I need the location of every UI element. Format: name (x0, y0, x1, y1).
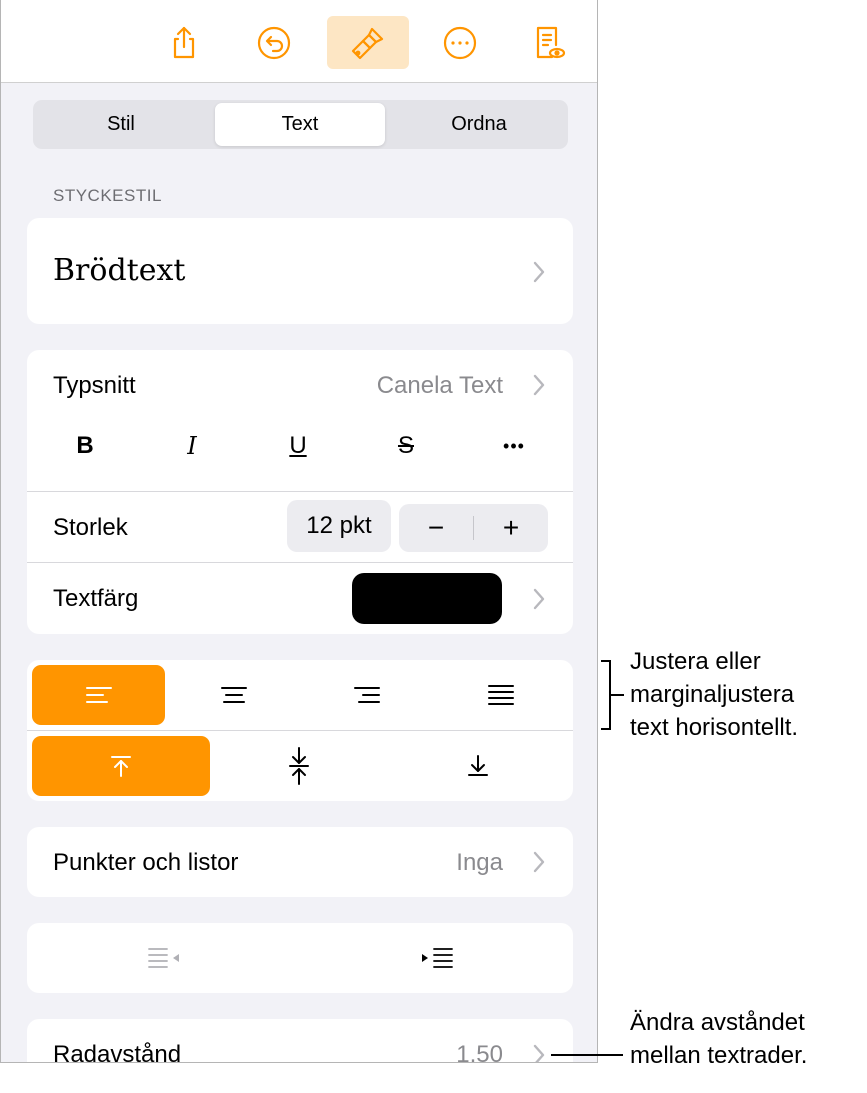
font-label: Typsnitt (53, 372, 136, 399)
chevron-right-icon (533, 1044, 545, 1062)
justify-button[interactable] (434, 665, 567, 725)
share-icon (173, 26, 195, 58)
line-spacing-leader (551, 1054, 623, 1056)
chevron-right-icon (533, 851, 545, 873)
paragraph-style-value: Brödtext (53, 253, 186, 288)
justify-icon (487, 685, 514, 705)
font-row[interactable]: Typsnitt Canela Text (27, 350, 573, 420)
indent-icon (421, 948, 453, 968)
divider (27, 730, 573, 731)
increase-indent-button[interactable] (300, 923, 573, 993)
undo-button[interactable] (233, 16, 315, 69)
format-button[interactable] (327, 16, 409, 69)
align-left-button[interactable] (32, 665, 165, 725)
align-right-button[interactable] (300, 665, 433, 725)
size-stepper: − + (399, 504, 548, 552)
line-spacing-value: 1,50 (456, 1041, 503, 1063)
more-text-options-button[interactable]: ••• (494, 426, 534, 466)
decrease-size-button[interactable]: − (399, 504, 473, 552)
size-value[interactable]: 12 pkt (287, 500, 391, 552)
chevron-right-icon (533, 588, 545, 610)
paragraph-style-header: STYCKESTIL (53, 186, 162, 205)
font-value: Canela Text (376, 372, 503, 399)
size-label: Storlek (53, 514, 128, 541)
align-middle-icon (289, 747, 309, 785)
tab-selector: Stil Text Ordna (33, 100, 568, 149)
outdent-icon (147, 948, 179, 968)
toolbar (1, 0, 597, 83)
reader-view-icon (536, 26, 566, 58)
reader-view-button[interactable] (507, 16, 589, 69)
indent-card (27, 923, 573, 993)
text-color-swatch[interactable] (352, 573, 502, 624)
tab-stil[interactable]: Stil (36, 103, 206, 146)
strikethrough-button[interactable]: S (386, 426, 426, 466)
bullets-row[interactable]: Punkter och listor Inga (27, 827, 573, 897)
vertical-align-top-button[interactable] (32, 736, 210, 796)
bullets-label: Punkter och listor (53, 849, 239, 876)
italic-button[interactable]: I (172, 426, 212, 466)
align-left-icon (85, 687, 112, 703)
bullets-value: Inga (456, 849, 503, 876)
line-spacing-label: Radavstånd (53, 1041, 182, 1063)
font-card: Typsnitt Canela Text B I U S ••• Storlek… (27, 350, 573, 634)
tab-ordna[interactable]: Ordna (394, 103, 564, 146)
underline-button[interactable]: U (278, 426, 318, 466)
undo-icon (257, 26, 291, 59)
line-spacing-annotation: Ändra avståndet mellan textrader. (630, 1009, 808, 1069)
paragraph-style-row[interactable]: Brödtext (27, 218, 573, 324)
align-top-icon (111, 756, 131, 777)
share-button[interactable] (143, 16, 225, 69)
bold-button[interactable]: B (65, 426, 105, 466)
chevron-right-icon (533, 374, 545, 396)
tab-text[interactable]: Text (215, 103, 385, 146)
text-color-row[interactable]: Textfärg (27, 563, 573, 634)
vertical-align-bottom-button[interactable] (388, 736, 568, 796)
alignment-card (27, 660, 573, 801)
align-center-icon (220, 687, 247, 703)
align-bottom-icon (468, 755, 488, 776)
alignment-annotation: Justera eller marginaljustera text horis… (630, 648, 799, 741)
align-center-button[interactable] (167, 665, 300, 725)
vertical-align-middle-button[interactable] (210, 736, 388, 796)
increase-size-button[interactable]: + (474, 504, 548, 552)
line-spacing-row[interactable]: Radavstånd 1,50 (27, 1019, 573, 1063)
text-color-label: Textfärg (53, 585, 139, 612)
format-brush-icon (351, 27, 384, 59)
more-button[interactable] (419, 16, 501, 69)
size-row: Storlek 12 pkt − + (27, 492, 573, 562)
format-panel: Stil Text Ordna STYCKESTIL Brödtext Typs… (0, 0, 598, 1063)
chevron-right-icon (533, 261, 545, 283)
more-icon (443, 26, 477, 59)
decrease-indent-button[interactable] (27, 923, 300, 993)
align-right-icon (353, 687, 380, 703)
